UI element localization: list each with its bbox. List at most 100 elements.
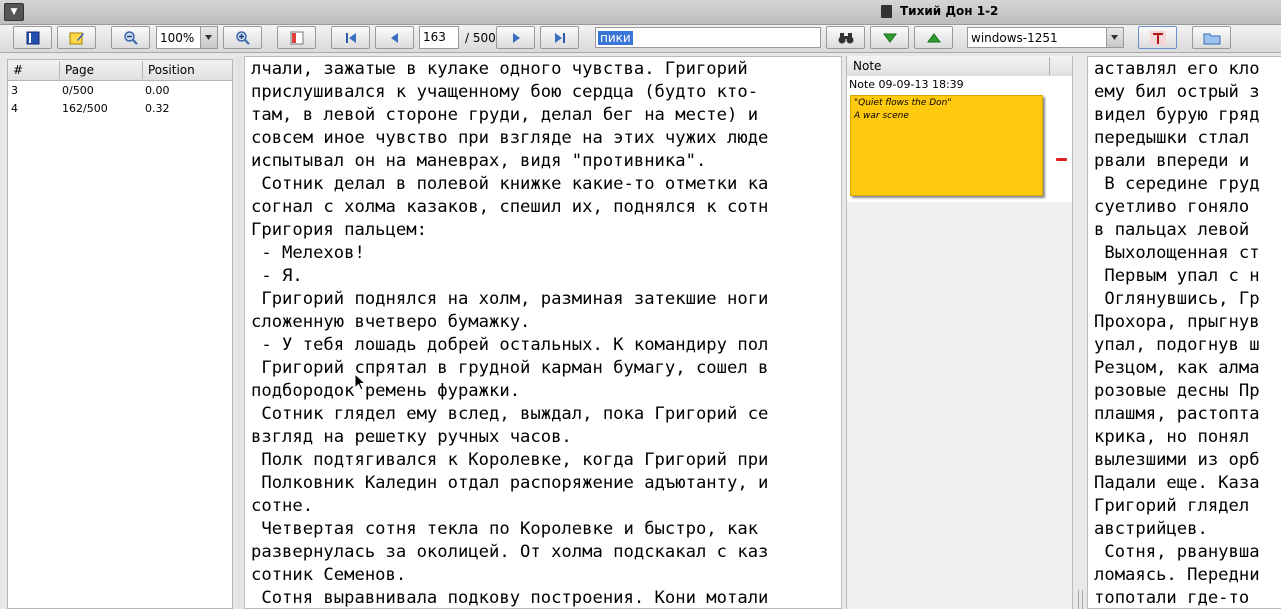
encoding-select[interactable]: windows-1251	[967, 27, 1124, 48]
text-line: прислушивался к учащенному бою сердца (б…	[251, 82, 759, 102]
zoom-out-icon	[123, 30, 138, 45]
text-line: - Я.	[251, 266, 303, 286]
find-button[interactable]	[826, 26, 865, 49]
zoom-in-icon	[235, 30, 250, 45]
text-line: Четвертая сотня текла по Королевке и быс…	[251, 519, 759, 539]
note-date: Note 09-09-13 18:39	[849, 78, 964, 91]
last-page-icon	[554, 32, 565, 43]
bookmark-page: 162/500	[62, 102, 108, 115]
bookmark-row[interactable]: 4 162/500 0.32	[8, 100, 232, 118]
layout-button[interactable]	[277, 26, 316, 49]
text-line: Сотня выравнивала подкову построения. Ко…	[251, 588, 769, 608]
text-line: сотник Семенов.	[251, 565, 407, 585]
text-line: Оглянувшись, Гр	[1094, 289, 1260, 309]
find-previous-button[interactable]	[914, 26, 953, 49]
next-page-button[interactable]	[496, 26, 535, 49]
notes-header: Note	[847, 56, 1072, 77]
font-settings-button[interactable]	[1138, 26, 1177, 49]
column-header-page[interactable]: Page	[65, 63, 94, 77]
reader-text-panel[interactable]: лчали, зажатые в кулаке одного чувства. …	[244, 56, 842, 609]
text-line: ломаясь. Передни	[1094, 565, 1260, 585]
first-page-button[interactable]	[331, 26, 370, 49]
text-line: В середине груд	[1094, 174, 1260, 194]
window-title: Тихий Дон 1-2	[900, 4, 999, 18]
text-line: Григорий глядел	[1094, 496, 1250, 516]
notes-header-label[interactable]: Note	[853, 59, 881, 73]
chevron-down-icon[interactable]	[1106, 28, 1123, 47]
text-line: Полковник Каледин отдал распоряжение адъ…	[251, 473, 769, 493]
text-line: Выхолощенная ст	[1094, 243, 1260, 263]
text-line: рвали впереди и	[1094, 151, 1250, 171]
text-line: подбородок ремень фуражки.	[251, 381, 521, 401]
note-text-line: "Quiet flows the Don"	[854, 98, 952, 108]
menu-icon[interactable]: ▼	[4, 3, 24, 21]
text-line: Резцом, как алма	[1094, 358, 1260, 378]
text-line: упал, подогнув ш	[1094, 335, 1260, 355]
search-input[interactable]: пики	[595, 27, 821, 48]
note-edit-icon	[69, 32, 84, 44]
note-item[interactable]: Note 09-09-13 18:39 "Quiet flows the Don…	[847, 76, 1072, 202]
page-total: / 500	[465, 31, 496, 45]
text-line: Григория пальцем:	[251, 220, 427, 240]
column-header-number[interactable]: #	[13, 63, 23, 77]
text-line: Полк подтягивался к Королевке, когда Гри…	[251, 450, 769, 470]
text-line: Первым упал с н	[1094, 266, 1260, 286]
bookmark-number: 4	[11, 102, 18, 115]
text-line: совсем иное чувство при взгляде на этих …	[251, 128, 769, 148]
note-text-line: A war scene	[854, 111, 909, 121]
bookmark-row[interactable]: 3 0/500 0.00	[8, 82, 232, 100]
font-icon	[1149, 30, 1166, 45]
sticky-note[interactable]: "Quiet flows the Don" A war scene	[850, 95, 1043, 196]
folder-icon	[1203, 33, 1220, 44]
notes-panel: Note Note 09-09-13 18:39 "Quiet flows th…	[846, 56, 1073, 609]
text-line: плашмя, растопта	[1094, 404, 1260, 424]
bookmark-number: 3	[11, 84, 18, 97]
text-line: топотали где-то	[1094, 588, 1250, 608]
text-line: испытывал он на маневрах, видя "противни…	[251, 151, 707, 171]
bookmark-position: 0.00	[145, 84, 170, 97]
toggle-bookmarks-button[interactable]	[13, 26, 52, 49]
bookmark-page: 0/500	[62, 84, 94, 97]
text-line: передышки стлал	[1094, 128, 1250, 148]
search-text: пики	[598, 31, 633, 45]
zoom-select[interactable]: 100%	[156, 26, 218, 49]
text-line: - Мелехов!	[251, 243, 365, 263]
text-line: вылезшими из орб	[1094, 450, 1260, 470]
text-line: крика, но понял	[1094, 427, 1250, 447]
column-header-position[interactable]: Position	[148, 63, 195, 77]
splitter-grip[interactable]	[1078, 590, 1083, 609]
first-page-icon	[345, 32, 356, 43]
last-page-button[interactable]	[540, 26, 579, 49]
find-next-button[interactable]	[870, 26, 909, 49]
zoom-in-button[interactable]	[223, 26, 262, 49]
text-line: сотне.	[251, 496, 314, 516]
text-line: Григорий спрятал в грудной карман бумагу…	[251, 358, 769, 378]
page-number-input[interactable]: 163	[419, 26, 459, 49]
bookmarks-header: # Page Position	[8, 60, 232, 81]
bookmark-position: 0.32	[145, 102, 170, 115]
arrow-up-icon	[926, 32, 941, 42]
text-line: развернулась за околицей. От холма подск…	[251, 542, 769, 562]
bookmarks-icon	[26, 31, 39, 44]
encoding-value: windows-1251	[971, 31, 1058, 45]
zoom-value: 100%	[160, 31, 195, 45]
binoculars-icon	[838, 32, 853, 43]
reader-text-panel-right[interactable]: аставлял его кло ему бил острый з видел бу…	[1087, 56, 1281, 609]
add-note-button[interactable]	[57, 26, 96, 49]
previous-page-button[interactable]	[375, 26, 414, 49]
zoom-out-button[interactable]	[111, 26, 150, 49]
next-page-icon	[512, 32, 520, 43]
splitter[interactable]	[236, 56, 242, 609]
text-line: видел бурую гряд	[1094, 105, 1260, 125]
title-bar: ▼ Тихий Дон 1-2	[0, 0, 1281, 25]
text-line: суетливо гоняло	[1094, 197, 1250, 217]
text-line: в пальцах левой	[1094, 220, 1250, 240]
remove-note-icon[interactable]	[1056, 158, 1067, 161]
text-line: там, в левой стороне груди, делал бег на…	[251, 105, 759, 125]
open-file-button[interactable]	[1192, 26, 1231, 49]
text-line: - У тебя лошадь добрей остальных. К кома…	[251, 335, 769, 355]
text-line: Сотня, рванувша	[1094, 542, 1260, 562]
text-line: сложенную вчетверо бумажку.	[251, 312, 531, 332]
text-line: аставлял его кло	[1094, 59, 1260, 79]
chevron-down-icon[interactable]	[200, 27, 217, 48]
